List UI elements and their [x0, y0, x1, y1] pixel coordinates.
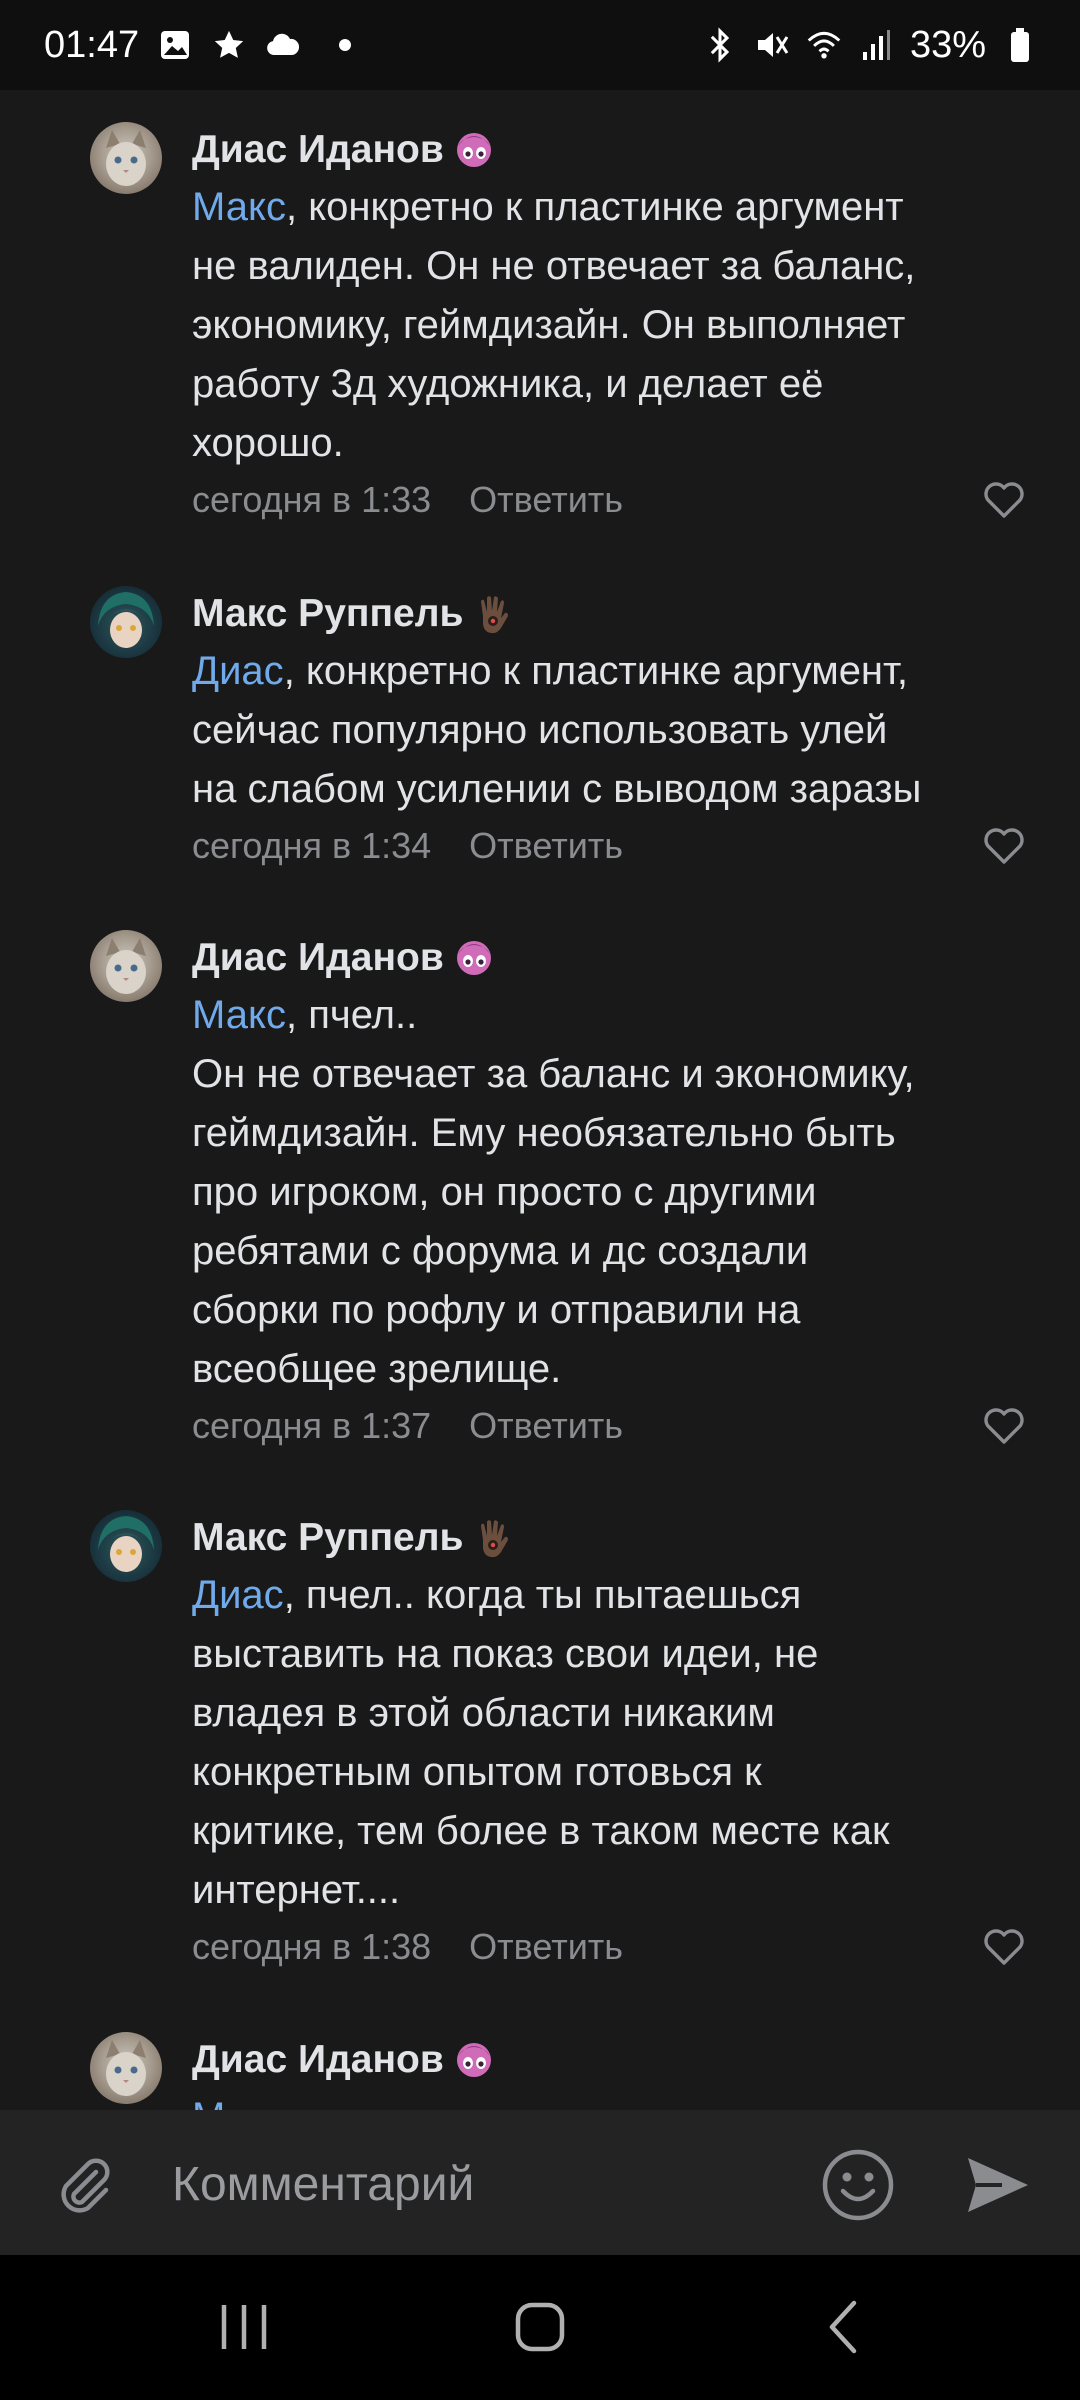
system-nav-bar — [0, 2255, 1080, 2400]
wifi-icon — [806, 27, 842, 63]
like-heart-icon[interactable] — [982, 1927, 1026, 1967]
mention-link[interactable]: Диас — [192, 1573, 284, 1617]
like-heart-icon[interactable] — [982, 480, 1026, 520]
comment-meta: сегодня в 1:37 Ответить — [192, 1399, 1032, 1453]
bluetooth-icon — [702, 27, 738, 63]
emoji-smile-icon[interactable] — [820, 2147, 896, 2223]
author-name[interactable]: Диас Иданов — [192, 930, 444, 986]
comment-text: Диас, пчел.. когда ты пытаешься выставит… — [192, 1566, 1032, 1920]
like-heart-icon[interactable] — [982, 826, 1026, 866]
status-emoji-icon — [450, 126, 498, 174]
comment-time: сегодня в 1:38 — [192, 1926, 432, 1967]
comment-text: Диас, конкретно к пластинке аргумент, се… — [192, 642, 1032, 819]
gallery-icon — [157, 27, 193, 63]
cloud-icon — [265, 27, 301, 63]
reply-button[interactable]: Ответить — [469, 1399, 623, 1453]
avatar[interactable] — [90, 586, 162, 658]
comment-text: Макс, конкретно к пластинке аргумент не … — [192, 178, 1032, 473]
mention-link[interactable]: Макс — [192, 185, 286, 229]
avatar[interactable] — [90, 122, 162, 194]
comment-text: М — [192, 2088, 1032, 2110]
comment-time: сегодня в 1:34 — [192, 825, 432, 866]
star-icon — [211, 27, 247, 63]
home-icon[interactable] — [508, 2295, 572, 2359]
avatar[interactable] — [90, 1510, 162, 1582]
comment-time: сегодня в 1:33 — [192, 479, 432, 520]
hand-emoji-icon — [469, 590, 517, 638]
notification-dot-icon — [339, 39, 352, 51]
attach-paperclip-icon[interactable] — [50, 2150, 120, 2220]
status-emoji-icon — [450, 2036, 498, 2084]
status-bar: 01:47 33% — [0, 0, 1080, 90]
comment-author[interactable]: Макс Руппель — [192, 1510, 1032, 1566]
comment-body: , конкретно к пластинке аргумент не вали… — [192, 185, 916, 465]
mention-link[interactable]: М — [192, 2095, 225, 2110]
battery-percent: 33% — [909, 23, 986, 66]
back-icon[interactable] — [812, 2295, 876, 2359]
like-heart-icon[interactable] — [982, 1406, 1026, 1446]
author-name[interactable]: Макс Руппель — [192, 586, 463, 642]
comment-meta: сегодня в 1:33 Ответить — [192, 473, 1032, 527]
signal-icon — [858, 27, 894, 63]
comment-author[interactable]: Диас Иданов — [192, 930, 1032, 986]
comment-body: , конкретно к пластинке аргумент, сейчас… — [192, 649, 922, 811]
hand-emoji-icon — [469, 1514, 517, 1562]
comment-time: сегодня в 1:37 — [192, 1405, 432, 1446]
status-emoji-icon — [450, 934, 498, 982]
comments-feed[interactable]: Диас Иданов Макс, конкретно к пластинке … — [0, 90, 1080, 2110]
mention-link[interactable]: Макс — [192, 993, 286, 1037]
author-name[interactable]: Диас Иданов — [192, 122, 444, 178]
mention-link[interactable]: Диас — [192, 649, 284, 693]
comment-author[interactable]: Диас Иданов — [192, 2032, 1032, 2088]
status-time: 01:47 — [44, 23, 140, 66]
battery-icon — [1002, 27, 1038, 63]
avatar[interactable] — [90, 930, 162, 1002]
author-name[interactable]: Макс Руппель — [192, 1510, 463, 1566]
avatar[interactable] — [90, 2032, 162, 2104]
send-icon[interactable] — [962, 2150, 1032, 2220]
comment-body: , пчел.. Он не отвечает за баланс и экон… — [192, 993, 915, 1391]
comment-author[interactable]: Диас Иданов — [192, 122, 1032, 178]
comment-text: Макс, пчел.. Он не отвечает за баланс и … — [192, 986, 1032, 1399]
comment-body: , пчел.. когда ты пытаешься выставить на… — [192, 1573, 890, 1912]
reply-button[interactable]: Ответить — [469, 1920, 623, 1974]
comment-author[interactable]: Макс Руппель — [192, 586, 1032, 642]
reply-button[interactable]: Ответить — [469, 819, 623, 873]
comment-meta: сегодня в 1:34 Ответить — [192, 819, 1032, 873]
comment-input[interactable] — [170, 2145, 774, 2223]
mute-icon — [754, 27, 790, 63]
comment-meta: сегодня в 1:38 Ответить — [192, 1920, 1032, 1974]
author-name[interactable]: Диас Иданов — [192, 2032, 444, 2088]
recent-apps-icon[interactable] — [212, 2295, 276, 2359]
comment-composer — [0, 2110, 1080, 2255]
reply-button[interactable]: Ответить — [469, 473, 623, 527]
